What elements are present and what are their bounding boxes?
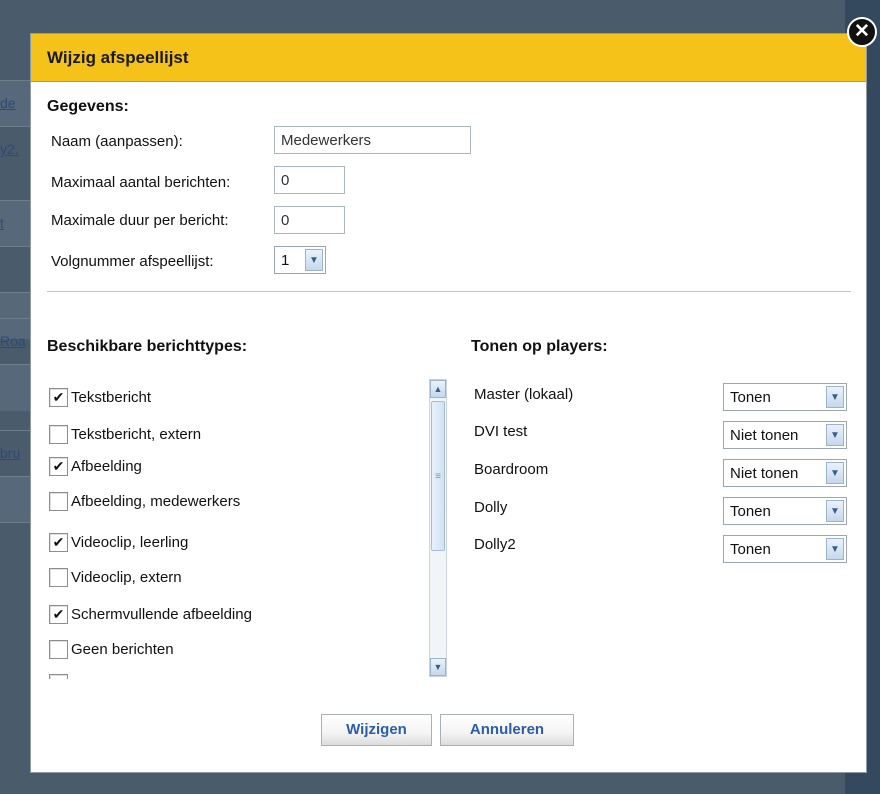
chevron-down-icon[interactable]: ▼ xyxy=(305,249,323,271)
chevron-down-icon[interactable]: ▼ xyxy=(826,424,844,446)
max-messages-label: Maximaal aantal berichten: xyxy=(51,174,231,191)
chevron-down-icon[interactable]: ▼ xyxy=(826,386,844,408)
name-label: Naam (aanpassen): xyxy=(51,133,183,150)
message-type-item[interactable]: Videoclip, extern xyxy=(47,563,427,593)
close-icon[interactable]: ✕ xyxy=(847,17,877,47)
player-visibility-select[interactable]: Niet tonen ▼ xyxy=(723,459,847,487)
order-select-value: 1 xyxy=(281,252,290,269)
message-type-checkbox[interactable]: ✔ xyxy=(49,388,68,407)
player-visibility-select[interactable]: Tonen ▼ xyxy=(723,535,847,563)
message-type-item[interactable]: ✔ Tekstbericht xyxy=(47,383,427,413)
message-type-checkbox[interactable]: ✔ xyxy=(49,605,68,624)
message-type-label: Afbeelding, medewerkers xyxy=(71,493,241,510)
message-type-item[interactable]: ✔ Videoclip, leerling xyxy=(47,528,427,558)
message-type-checkbox[interactable] xyxy=(49,425,68,444)
message-types-heading: Beschikbare berichttypes: xyxy=(47,338,248,355)
save-button[interactable]: Wijzigen xyxy=(321,714,432,746)
message-type-checkbox[interactable] xyxy=(49,568,68,587)
scroll-down-icon[interactable]: ▼ xyxy=(430,658,446,676)
max-duration-label: Maximale duur per bericht: xyxy=(51,212,229,229)
dialog-title: Wijzig afspeellijst xyxy=(47,48,189,67)
player-name: Dolly xyxy=(474,499,508,516)
player-visibility-select[interactable]: Niet tonen ▼ xyxy=(723,421,847,449)
player-visibility-value: Tonen xyxy=(730,541,771,558)
message-type-label: Tekstbericht, extern xyxy=(71,426,202,443)
message-type-checkbox[interactable]: ✔ xyxy=(49,533,68,552)
player-visibility-value: Niet tonen xyxy=(730,427,799,444)
message-type-item[interactable] xyxy=(47,669,427,679)
message-type-checkbox[interactable] xyxy=(49,640,68,659)
message-type-item[interactable]: Tekstbericht, extern xyxy=(47,420,427,450)
order-select[interactable]: 1 ▼ xyxy=(274,246,326,274)
player-visibility-value: Tonen xyxy=(730,389,771,406)
message-types-list: ✔ Tekstbericht Tekstbericht, extern ✔ Af… xyxy=(47,379,442,679)
message-type-item[interactable]: ✔ Afbeelding xyxy=(47,452,427,482)
scrollbar-thumb[interactable]: ≡ xyxy=(431,401,445,551)
dialog-titlebar: Wijzig afspeellijst xyxy=(31,34,866,82)
player-name: Dolly2 xyxy=(474,536,516,553)
message-type-checkbox[interactable] xyxy=(49,674,68,679)
player-name: Master (lokaal) xyxy=(474,386,574,403)
chevron-down-icon[interactable]: ▼ xyxy=(826,538,844,560)
section-divider xyxy=(47,291,851,292)
cancel-button[interactable]: Annuleren xyxy=(440,714,574,746)
max-messages-input[interactable] xyxy=(274,166,345,194)
chevron-down-icon[interactable]: ▼ xyxy=(826,500,844,522)
player-name: DVI test xyxy=(474,423,528,440)
message-type-checkbox[interactable]: ✔ xyxy=(49,457,68,476)
player-visibility-value: Niet tonen xyxy=(730,465,799,482)
message-type-item[interactable]: Geen berichten xyxy=(47,635,427,665)
message-type-label: Videoclip, extern xyxy=(71,569,182,586)
message-type-checkbox[interactable] xyxy=(49,492,68,511)
player-visibility-value: Tonen xyxy=(730,503,771,520)
details-heading: Gegevens: xyxy=(47,98,129,115)
message-type-label: Geen berichten xyxy=(71,641,174,658)
message-type-label: Afbeelding xyxy=(71,458,142,475)
name-input[interactable] xyxy=(274,126,471,154)
edit-playlist-dialog: Wijzig afspeellijst Gegevens: Naam (aanp… xyxy=(30,33,867,773)
message-types-scrollbar[interactable]: ▲ ≡ ▼ xyxy=(429,379,447,677)
scroll-up-icon[interactable]: ▲ xyxy=(430,380,446,398)
player-visibility-select[interactable]: Tonen ▼ xyxy=(723,497,847,525)
message-type-label: Tekstbericht xyxy=(71,389,152,406)
chevron-down-icon[interactable]: ▼ xyxy=(826,462,844,484)
order-label: Volgnummer afspeellijst: xyxy=(51,253,214,270)
players-heading: Tonen op players: xyxy=(471,338,608,355)
player-name: Boardroom xyxy=(474,461,549,478)
player-visibility-select[interactable]: Tonen ▼ xyxy=(723,383,847,411)
max-duration-input[interactable] xyxy=(274,206,345,234)
message-type-item[interactable]: Afbeelding, medewerkers xyxy=(47,487,427,517)
message-type-item[interactable]: ✔ Schermvullende afbeelding xyxy=(47,600,427,630)
message-type-label: Schermvullende afbeelding xyxy=(71,606,252,623)
message-type-label: Videoclip, leerling xyxy=(71,534,189,551)
